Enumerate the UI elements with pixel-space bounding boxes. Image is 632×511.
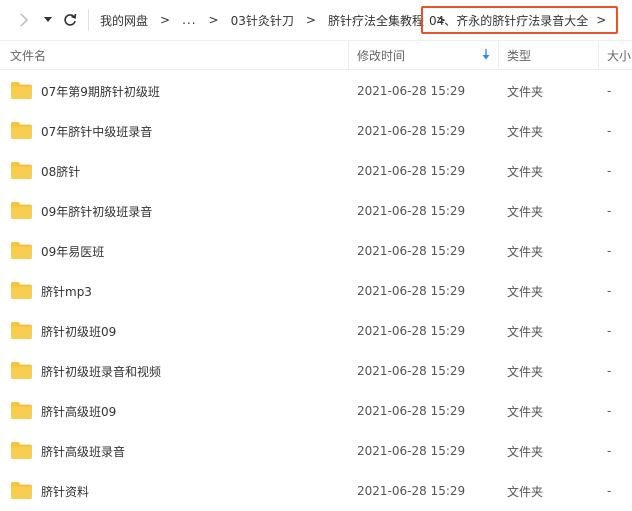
file-modified: 2021-06-28 15:29: [357, 364, 466, 378]
file-type: 文件夹: [507, 284, 544, 299]
file-type: 文件夹: [507, 204, 544, 219]
file-modified: 2021-06-28 15:29: [357, 284, 466, 298]
file-row[interactable]: 07年第9期脐针初级班 2021-06-28 15:29 文件夹 -: [0, 71, 632, 111]
file-row[interactable]: 07年脐针中级班录音 2021-06-28 15:29 文件夹 -: [0, 111, 632, 151]
folder-icon: [11, 282, 32, 299]
breadcrumb: 我的网盘 > ... > 03针灸针刀 > 脐针疗法全集教程 >: [100, 0, 458, 40]
file-size: -: [607, 84, 612, 98]
file-modified: 2021-06-28 15:29: [357, 484, 466, 498]
column-header-modified[interactable]: 修改时间: [348, 41, 498, 69]
breadcrumb-item-ellipsis[interactable]: ...: [182, 13, 196, 27]
file-row[interactable]: 脐针初级班09 2021-06-28 15:29 文件夹 -: [0, 311, 632, 351]
file-size: -: [607, 164, 612, 178]
file-row[interactable]: 08脐针 2021-06-28 15:29 文件夹 -: [0, 151, 632, 191]
column-header-size[interactable]: 大小: [598, 41, 632, 69]
file-name[interactable]: 09年脐针初级班录音: [41, 203, 152, 220]
file-type: 文件夹: [507, 244, 544, 259]
caret-down-icon: [44, 17, 52, 22]
file-name[interactable]: 脐针mp3: [41, 283, 92, 300]
file-name[interactable]: 08脐针: [41, 163, 80, 180]
folder-icon: [11, 82, 32, 99]
folder-icon: [11, 362, 32, 379]
file-modified: 2021-06-28 15:29: [357, 444, 466, 458]
folder-icon: [11, 242, 32, 259]
refresh-button[interactable]: [60, 8, 80, 32]
breadcrumb-item-navel-therapy[interactable]: 脐针疗法全集教程: [328, 12, 424, 29]
file-size: -: [607, 444, 612, 458]
breadcrumb-current-label: 04、齐永的脐针疗法录音大全: [429, 13, 589, 28]
breadcrumb-item-acupuncture[interactable]: 03针灸针刀: [231, 12, 294, 29]
file-name[interactable]: 脐针资料: [41, 483, 89, 500]
breadcrumb-separator: >: [208, 13, 219, 27]
breadcrumb-current-chevron: >: [596, 13, 607, 27]
refresh-icon: [64, 13, 77, 26]
folder-icon: [11, 442, 32, 459]
folder-icon: [11, 202, 32, 219]
breadcrumb-separator: >: [160, 13, 171, 27]
file-modified: 2021-06-28 15:29: [357, 204, 466, 218]
file-modified: 2021-06-28 15:29: [357, 84, 466, 98]
file-modified: 2021-06-28 15:29: [357, 244, 466, 258]
file-size: -: [607, 204, 612, 218]
file-modified: 2021-06-28 15:29: [357, 164, 466, 178]
file-modified: 2021-06-28 15:29: [357, 324, 466, 338]
file-type: 文件夹: [507, 444, 544, 459]
folder-icon: [11, 482, 32, 499]
folder-icon: [11, 122, 32, 139]
file-modified: 2021-06-28 15:29: [357, 124, 466, 138]
history-dropdown-button[interactable]: [40, 8, 56, 32]
file-size: -: [607, 124, 612, 138]
file-row[interactable]: 脐针高级班录音 2021-06-28 15:29 文件夹 -: [0, 431, 632, 471]
file-type: 文件夹: [507, 324, 544, 339]
file-size: -: [607, 324, 612, 338]
file-row[interactable]: 脐针资料 2021-06-28 15:29 文件夹 -: [0, 471, 632, 511]
file-size: -: [607, 364, 612, 378]
file-size: -: [607, 404, 612, 418]
folder-icon: [11, 322, 32, 339]
column-header-type[interactable]: 类型: [498, 41, 598, 69]
sort-descending-icon: [482, 49, 490, 60]
forward-button[interactable]: [14, 8, 34, 32]
file-name[interactable]: 07年第9期脐针初级班: [41, 83, 160, 100]
folder-icon: [11, 162, 32, 179]
file-name[interactable]: 09年易医班: [41, 243, 104, 260]
navigation-bar: 我的网盘 > ... > 03针灸针刀 > 脐针疗法全集教程 > 04、齐永的脐…: [0, 0, 632, 40]
file-row[interactable]: 脐针初级班录音和视频 2021-06-28 15:29 文件夹 -: [0, 351, 632, 391]
file-row[interactable]: 脐针mp3 2021-06-28 15:29 文件夹 -: [0, 271, 632, 311]
file-name[interactable]: 脐针初级班录音和视频: [41, 363, 161, 380]
file-type: 文件夹: [507, 364, 544, 379]
file-row[interactable]: 09年易医班 2021-06-28 15:29 文件夹 -: [0, 231, 632, 271]
breadcrumb-item-root[interactable]: 我的网盘: [100, 12, 148, 29]
file-size: -: [607, 484, 612, 498]
chevron-right-icon: [20, 13, 29, 27]
breadcrumb-separator: >: [305, 13, 316, 27]
file-name[interactable]: 脐针高级班09: [41, 403, 116, 420]
file-row[interactable]: 脐针高级班09 2021-06-28 15:29 文件夹 -: [0, 391, 632, 431]
file-name[interactable]: 脐针高级班录音: [41, 443, 125, 460]
file-name[interactable]: 脐针初级班09: [41, 323, 116, 340]
file-size: -: [607, 244, 612, 258]
file-type: 文件夹: [507, 124, 544, 139]
file-name[interactable]: 07年脐针中级班录音: [41, 123, 152, 140]
file-modified: 2021-06-28 15:29: [357, 404, 466, 418]
file-row[interactable]: 09年脐针初级班录音 2021-06-28 15:29 文件夹 -: [0, 191, 632, 231]
file-size: -: [607, 284, 612, 298]
file-type: 文件夹: [507, 484, 544, 499]
file-list-header: 文件名 修改时间 类型 大小: [0, 40, 632, 70]
file-type: 文件夹: [507, 404, 544, 419]
folder-icon: [11, 402, 32, 419]
column-header-name[interactable]: 文件名: [0, 41, 348, 69]
breadcrumb-current-folder[interactable]: 04、齐永的脐针疗法录音大全 >: [421, 6, 618, 34]
file-type: 文件夹: [507, 84, 544, 99]
file-type: 文件夹: [507, 164, 544, 179]
nav-divider: [88, 9, 89, 31]
